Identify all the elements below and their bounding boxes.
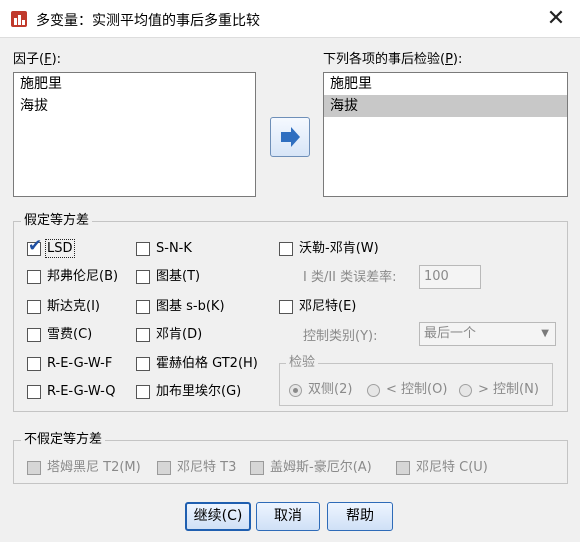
factors-label: 因子(F): xyxy=(13,52,62,67)
duncan-checkbox[interactable]: 邓肯(D) xyxy=(136,326,202,344)
spss-app-icon xyxy=(10,10,28,28)
help-button[interactable]: 帮助 xyxy=(327,502,393,531)
games-howell-checkbox[interactable]: 盖姆斯-豪厄尔(A) xyxy=(250,459,372,477)
dunnett-t3-checkbox[interactable]: 邓尼特 T3 xyxy=(157,459,236,477)
factors-listbox[interactable]: 施肥里 海拔 xyxy=(13,72,256,197)
dunnett-c-checkbox[interactable]: 邓尼特 C(U) xyxy=(396,459,488,477)
bonferroni-checkbox[interactable]: 邦弗伦尼(B) xyxy=(27,268,118,286)
arrow-right-icon xyxy=(281,127,300,147)
snk-checkbox[interactable]: S-N-K xyxy=(136,240,192,258)
waller-duncan-checkbox[interactable]: 沃勒-邓肯(W) xyxy=(279,240,379,258)
tukey-checkbox[interactable]: 图基(T) xyxy=(136,268,200,286)
regwq-checkbox[interactable]: R-E-G-W-Q xyxy=(27,383,116,401)
list-item[interactable]: 施肥里 xyxy=(14,73,255,95)
posthoc-label: 下列各项的事后检验(P): xyxy=(323,52,463,67)
lsd-checkbox[interactable]: ✔ LSD xyxy=(27,236,75,258)
test-legend: 检验 xyxy=(286,355,319,371)
list-item-selected[interactable]: 海拔 xyxy=(324,95,567,117)
chevron-down-icon: ▼ xyxy=(541,328,549,339)
scheffe-checkbox[interactable]: 雪费(C) xyxy=(27,326,92,344)
move-to-posthoc-button[interactable] xyxy=(270,117,310,157)
error-ratio-label: I 类/II 类误差率: xyxy=(303,270,397,285)
list-item[interactable]: 施肥里 xyxy=(324,73,567,95)
gabriel-checkbox[interactable]: 加布里埃尔(G) xyxy=(136,383,241,401)
error-ratio-field[interactable]: 100 xyxy=(419,265,481,289)
continue-button[interactable]: 继续(C) xyxy=(185,502,251,531)
dunnett-checkbox[interactable]: 邓尼特(E) xyxy=(279,298,356,316)
sidak-checkbox[interactable]: 斯达克(I) xyxy=(27,298,100,316)
control-category-select[interactable]: 最后一个 ▼ xyxy=(419,322,556,346)
regwf-checkbox[interactable]: R-E-G-W-F xyxy=(27,355,112,373)
unequal-variances-legend: 不假定等方差 xyxy=(21,432,106,448)
window-title: 多变量：实测平均值的事后多重比较 xyxy=(36,13,260,29)
greater-than-control-radio[interactable]: > 控制(N) xyxy=(459,381,539,399)
equal-variances-legend: 假定等方差 xyxy=(21,213,93,229)
control-category-label: 控制类别(Y): xyxy=(303,329,378,344)
close-icon[interactable]: ✕ xyxy=(542,6,570,32)
tamhane-checkbox[interactable]: 塔姆黑尼 T2(M) xyxy=(27,459,141,477)
tukey-b-checkbox[interactable]: 图基 s-b(K) xyxy=(136,298,225,316)
list-item[interactable]: 海拔 xyxy=(14,95,255,117)
hochberg-checkbox[interactable]: 霍赫伯格 GT2(H) xyxy=(136,355,258,373)
two-sided-radio[interactable]: 双侧(2) xyxy=(289,381,352,399)
cancel-button[interactable]: 取消 xyxy=(256,502,320,531)
posthoc-listbox[interactable]: 施肥里 海拔 xyxy=(323,72,568,197)
less-than-control-radio[interactable]: < 控制(O) xyxy=(367,381,447,399)
